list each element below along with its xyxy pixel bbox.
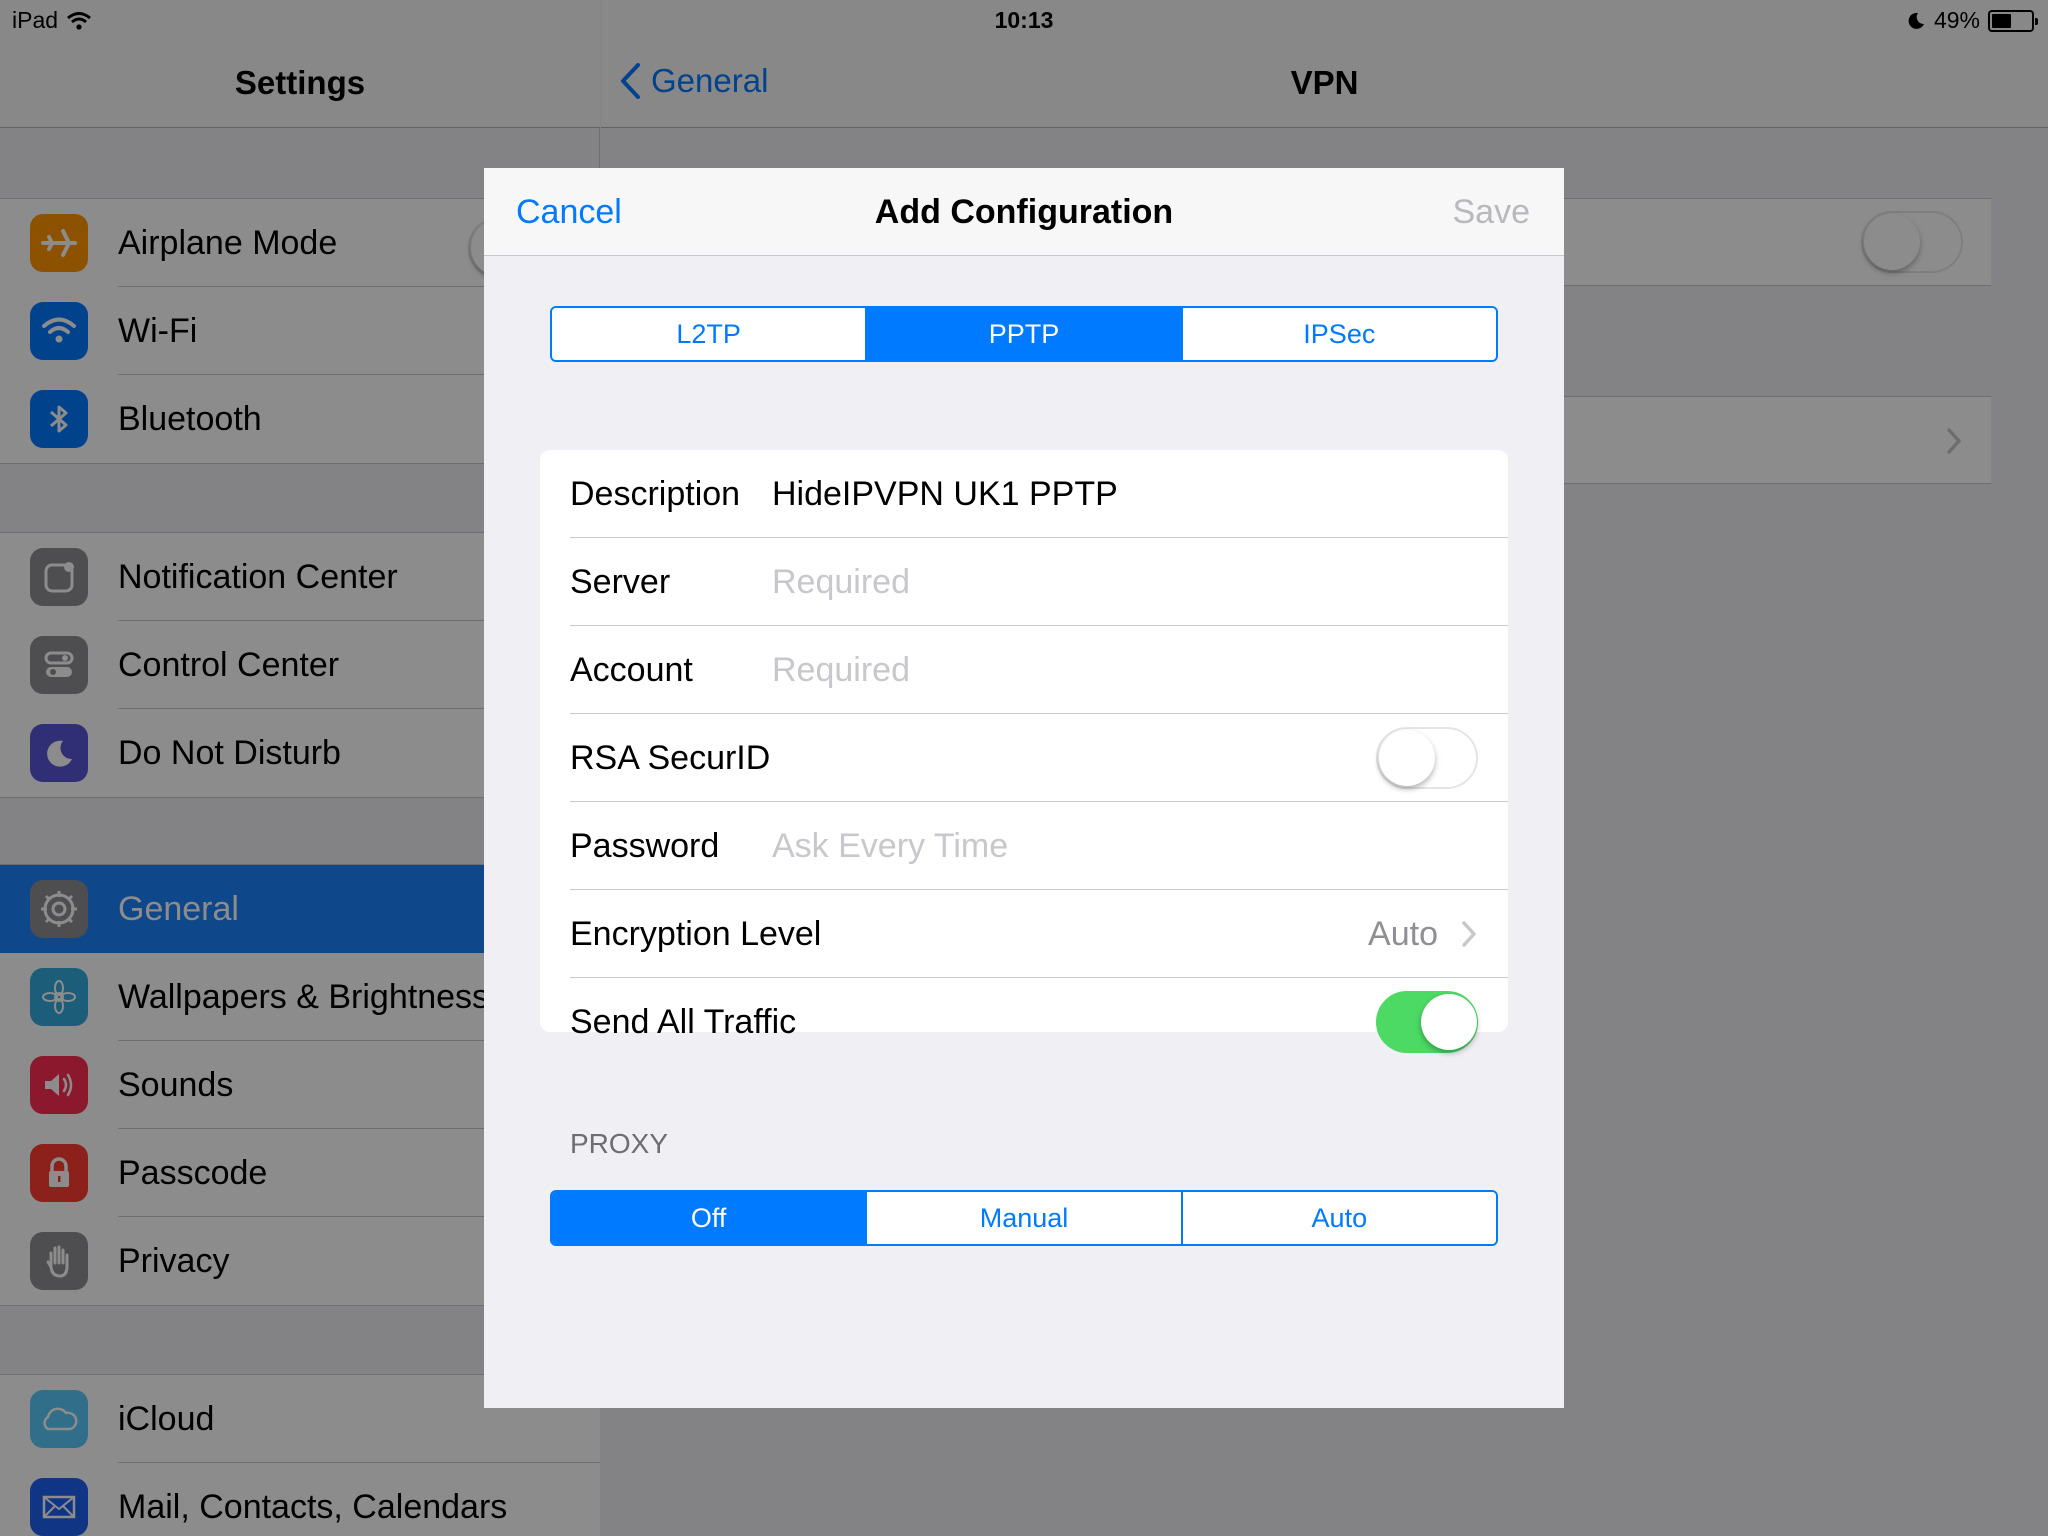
rsa-securid-label: RSA SecurID — [570, 739, 771, 777]
password-row: Password Ask Every Time — [540, 802, 1508, 890]
account-field[interactable]: Required — [772, 626, 910, 714]
password-label: Password — [570, 827, 720, 865]
segment-proxy-auto[interactable]: Auto — [1182, 1192, 1496, 1244]
status-bar: iPad 10:13 49% — [0, 0, 2048, 40]
encryption-level-label: Encryption Level — [570, 915, 822, 953]
description-field[interactable]: HideIPVPN UK1 PPTP — [772, 450, 1118, 538]
battery-icon — [1988, 9, 2038, 32]
sheet-title: Add Configuration — [874, 193, 1174, 231]
save-button[interactable]: Save — [1453, 168, 1531, 256]
segment-ipsec[interactable]: IPSec — [1182, 308, 1496, 360]
send-all-traffic-toggle[interactable] — [1376, 991, 1478, 1053]
rsa-securid-row: RSA SecurID — [540, 714, 1508, 802]
cancel-button[interactable]: Cancel — [516, 168, 622, 256]
server-field[interactable]: Required — [772, 538, 910, 626]
segment-l2tp[interactable]: L2TP — [552, 308, 868, 360]
server-label: Server — [570, 563, 671, 601]
send-all-traffic-row: Send All Traffic — [540, 978, 1508, 1066]
segment-proxy-off[interactable]: Off — [552, 1192, 868, 1244]
moon-status-icon — [1908, 12, 1924, 29]
send-all-traffic-label: Send All Traffic — [570, 1003, 797, 1041]
segment-pptp[interactable]: PPTP — [867, 308, 1183, 360]
description-label: Description — [570, 475, 741, 513]
vpn-config-form: Description HideIPVPN UK1 PPTP Server Re… — [540, 450, 1508, 1053]
vpn-type-segmented-control: L2TP PPTP IPSec — [550, 306, 1498, 362]
rsa-securid-toggle[interactable] — [1376, 727, 1478, 789]
status-time: 10:13 — [994, 7, 1054, 33]
battery-percent: 49% — [1933, 7, 1980, 33]
encryption-level-row[interactable]: Encryption Level Auto — [540, 890, 1508, 978]
account-row: Account Required — [540, 626, 1508, 714]
server-row: Server Required — [540, 538, 1508, 626]
proxy-section-header: PROXY — [570, 1128, 669, 1159]
chevron-right-icon — [1462, 921, 1476, 947]
encryption-level-value: Auto — [1368, 915, 1438, 953]
password-field[interactable]: Ask Every Time — [772, 802, 1008, 890]
sheet-nav-bar: Add Configuration Cancel Save — [484, 168, 1564, 256]
add-configuration-sheet: Add Configuration Cancel Save L2TP PPTP … — [484, 168, 1564, 1408]
description-row: Description HideIPVPN UK1 PPTP — [540, 450, 1508, 538]
segment-proxy-manual[interactable]: Manual — [867, 1192, 1183, 1244]
account-label: Account — [570, 651, 693, 689]
proxy-segmented-control: Off Manual Auto — [550, 1190, 1498, 1246]
